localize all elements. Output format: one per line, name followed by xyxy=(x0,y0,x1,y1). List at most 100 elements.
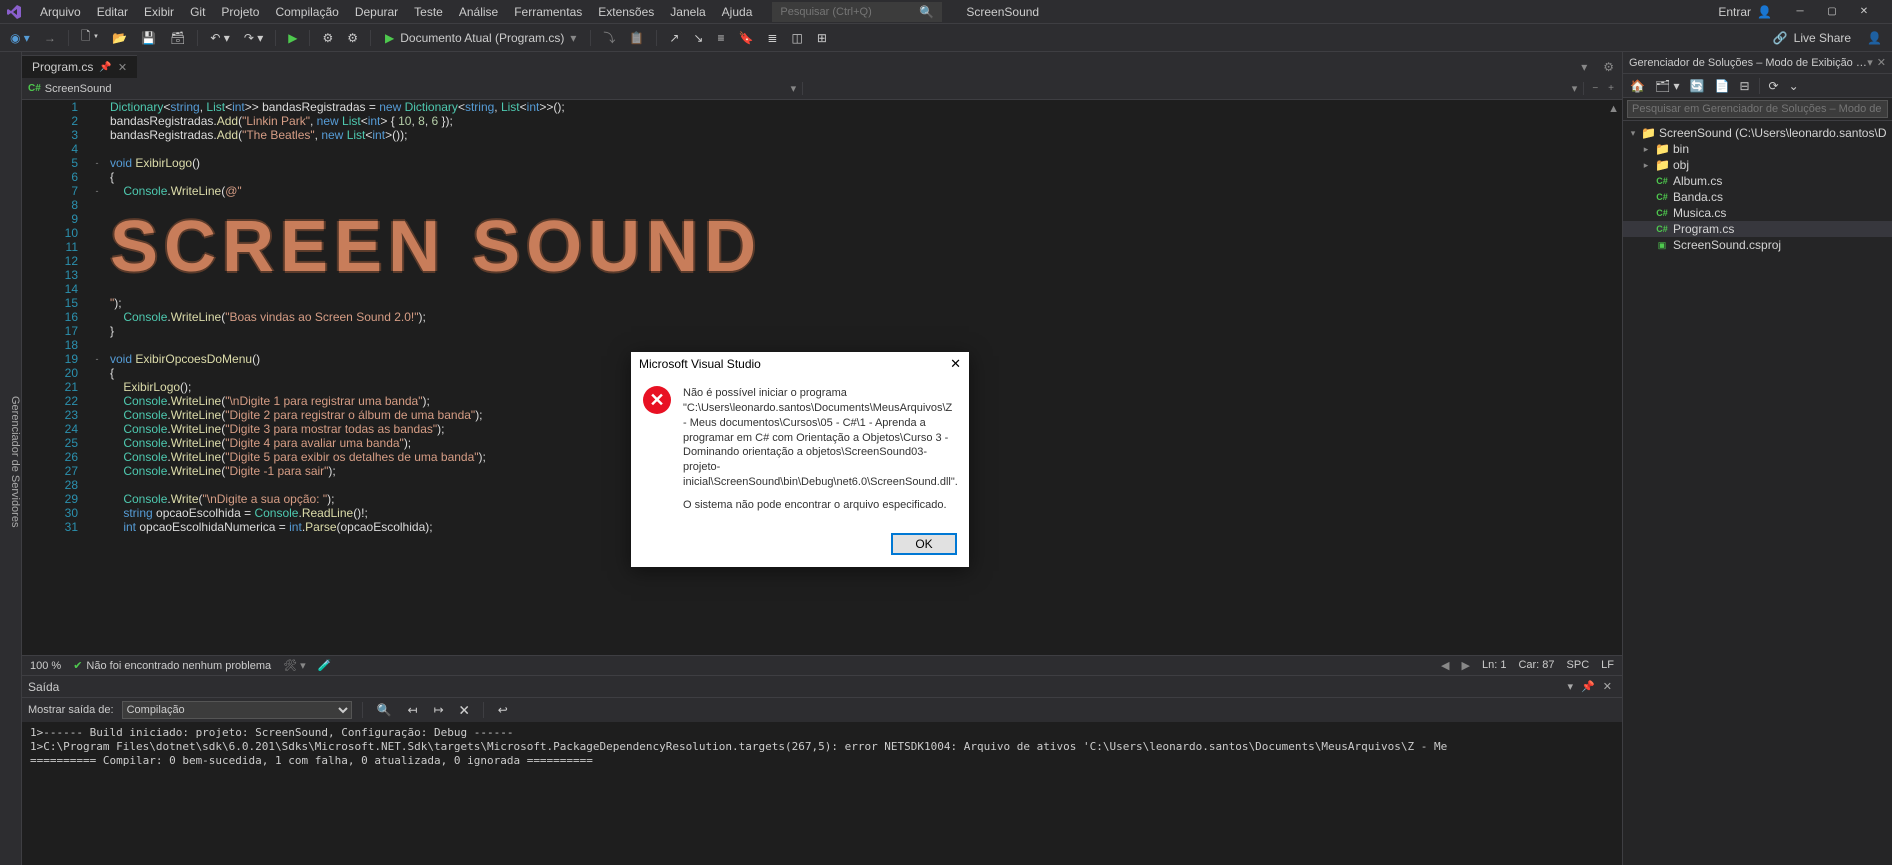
code-line[interactable]: void ExibirLogo() xyxy=(110,156,1622,170)
indent-mode[interactable]: SPC xyxy=(1567,659,1590,672)
server-explorer-tab[interactable]: Gerenciador de Servidores xyxy=(9,392,21,531)
split-dropdown-icon[interactable]: − xyxy=(1588,78,1602,100)
menu-item-teste[interactable]: Teste xyxy=(406,2,451,22)
live-share-button[interactable]: 🔗 Live Share xyxy=(1767,31,1857,45)
tab-overflow-dropdown[interactable]: ▾ xyxy=(1577,56,1591,78)
tree-item-program-cs[interactable]: C#Program.cs xyxy=(1623,221,1892,237)
menu-item-compilação[interactable]: Compilação xyxy=(267,2,346,22)
tree-item-screensound-csproj[interactable]: ▣ScreenSound.csproj xyxy=(1623,237,1892,253)
back-button[interactable]: ◉ ▾ xyxy=(6,27,34,49)
menu-item-exibir[interactable]: Exibir xyxy=(136,2,182,22)
menu-item-ajuda[interactable]: Ajuda xyxy=(714,2,761,22)
pin-icon[interactable]: 📌 xyxy=(99,62,111,73)
tree-item-album-cs[interactable]: C#Album.cs xyxy=(1623,173,1892,189)
menu-item-git[interactable]: Git xyxy=(182,2,213,22)
output-wordwrap-icon[interactable]: ↩ xyxy=(494,699,512,721)
output-clear-icon[interactable]: 🗙 xyxy=(456,699,473,721)
navbar-project-combo[interactable]: C# ScreenSound ▾ xyxy=(22,82,803,95)
nav-left-icon[interactable]: ◀ xyxy=(1441,659,1449,672)
step-btn1[interactable]: ⤵ xyxy=(599,27,619,49)
tree-item-obj[interactable]: ▸📁obj xyxy=(1623,157,1892,173)
redo-button[interactable]: ↷ ▾ xyxy=(240,27,267,49)
accounts-button[interactable]: 👤 xyxy=(1863,27,1886,49)
menu-search-input[interactable] xyxy=(780,6,910,18)
code-line[interactable]: "); xyxy=(110,296,1622,310)
screwdriver-icon[interactable]: 🛠 ▾ xyxy=(283,659,306,672)
tree-item-banda-cs[interactable]: C#Banda.cs xyxy=(1623,189,1892,205)
navbar-member-combo[interactable]: ▾ xyxy=(803,82,1584,95)
show-all-icon[interactable]: 📄 xyxy=(1712,79,1733,93)
menu-item-extensões[interactable]: Extensões xyxy=(590,2,662,22)
save-button[interactable]: 💾 xyxy=(137,27,160,49)
solution-search-input[interactable] xyxy=(1627,100,1888,118)
collapse-icon[interactable]: ⊟ xyxy=(1736,79,1752,93)
code-line[interactable] xyxy=(110,142,1622,156)
chevron-down-icon[interactable]: ▾ xyxy=(1867,56,1873,69)
menu-item-projeto[interactable]: Projeto xyxy=(213,2,267,22)
refresh-icon[interactable]: ⟳ xyxy=(1766,79,1782,93)
nav-btn2[interactable]: ↘ xyxy=(689,27,707,49)
menu-item-arquivo[interactable]: Arquivo xyxy=(32,2,89,22)
view-switch-icon[interactable]: 🗂 ▾ xyxy=(1652,79,1683,93)
tab-settings-icon[interactable]: ⚙ xyxy=(1599,56,1618,78)
line-ending[interactable]: LF xyxy=(1601,659,1614,672)
build-btn2[interactable]: ⚙ xyxy=(343,27,362,49)
zoom-level[interactable]: 100 % xyxy=(30,660,61,672)
code-line[interactable]: bandasRegistradas.Add("The Beatles", new… xyxy=(110,128,1622,142)
nav-btn1[interactable]: ↗ xyxy=(665,27,683,49)
output-text[interactable]: 1>------ Build iniciado: projeto: Screen… xyxy=(22,722,1622,865)
output-goto-prev-icon[interactable]: ↤ xyxy=(404,699,422,721)
start-debug-button[interactable]: ▶ Documento Atual (Program.cs) ▾ xyxy=(379,31,582,45)
code-line[interactable]: Dictionary<string, List<int>> bandasRegi… xyxy=(110,100,1622,114)
undo-button[interactable]: ↶ ▾ xyxy=(206,27,233,49)
new-file-button[interactable]: 🗋 ▾ xyxy=(77,27,102,49)
code-line[interactable]: } xyxy=(110,324,1622,338)
menu-item-janela[interactable]: Janela xyxy=(662,2,713,22)
file-tab-program[interactable]: Program.cs 📌 ✕ xyxy=(22,55,137,78)
close-button[interactable]: ✕ xyxy=(1856,4,1872,20)
output-find-icon[interactable]: 🔍 xyxy=(373,699,396,721)
split-plus-icon[interactable]: + xyxy=(1604,78,1618,100)
sync-icon[interactable]: 🔄 xyxy=(1687,79,1708,93)
output-pin-icon[interactable]: 📌 xyxy=(1577,680,1599,693)
nav-btn3[interactable]: ≡ xyxy=(713,27,728,49)
nav-btn6[interactable]: ◫ xyxy=(787,27,806,49)
nav-btn4[interactable]: 🔖 xyxy=(734,27,757,49)
nav-btn5[interactable]: ≣ xyxy=(763,27,781,49)
output-source-select[interactable]: Compilação xyxy=(122,701,352,719)
code-line[interactable] xyxy=(110,338,1622,352)
step-btn2[interactable]: 📋 xyxy=(625,27,648,49)
start-debug-small[interactable]: ▶ xyxy=(284,27,301,49)
close-tab-icon[interactable]: ✕ xyxy=(118,61,127,74)
menu-search[interactable]: 🔍 xyxy=(772,2,942,22)
menu-item-editar[interactable]: Editar xyxy=(89,2,136,22)
ok-button[interactable]: OK xyxy=(891,533,957,555)
menu-item-análise[interactable]: Análise xyxy=(451,2,506,22)
output-dropdown-icon[interactable]: ▾ xyxy=(1564,680,1578,693)
tree-item-musica-cs[interactable]: C#Musica.cs xyxy=(1623,205,1892,221)
save-all-button[interactable]: 🗃 xyxy=(166,27,189,49)
menu-item-depurar[interactable]: Depurar xyxy=(347,2,406,22)
tree-item-bin[interactable]: ▸📁bin xyxy=(1623,141,1892,157)
code-line[interactable]: Console.WriteLine(@" xyxy=(110,184,1622,198)
no-issues-indicator[interactable]: ✔ Não foi encontrado nenhum problema xyxy=(73,659,271,672)
nav-right-icon[interactable]: ▶ xyxy=(1462,659,1470,672)
nav-btn7[interactable]: ⊞ xyxy=(813,27,831,49)
code-line[interactable]: bandasRegistradas.Add("Linkin Park", new… xyxy=(110,114,1622,128)
maximize-button[interactable]: ▢ xyxy=(1824,4,1840,20)
filter-icon[interactable]: ⌄ xyxy=(1786,79,1802,93)
menu-item-ferramentas[interactable]: Ferramentas xyxy=(506,2,590,22)
build-btn[interactable]: ⚙ xyxy=(318,27,337,49)
code-line[interactable]: { xyxy=(110,170,1622,184)
scroll-up-icon[interactable]: ▲ xyxy=(1607,102,1620,116)
signin-button[interactable]: Entrar 👤 xyxy=(1718,5,1772,19)
open-file-button[interactable]: 📂 xyxy=(108,27,131,49)
flask-icon[interactable]: 🧪 xyxy=(318,659,332,672)
forward-button[interactable]: → xyxy=(40,27,60,49)
dialog-close-icon[interactable]: ✕ xyxy=(950,356,961,372)
minimize-button[interactable]: ─ xyxy=(1792,4,1808,20)
code-line[interactable]: Console.WriteLine("Boas vindas ao Screen… xyxy=(110,310,1622,324)
close-panel-icon[interactable]: ✕ xyxy=(1877,56,1886,69)
tree-root[interactable]: ▾📁ScreenSound (C:\Users\leonardo.santos\… xyxy=(1623,125,1892,141)
output-goto-next-icon[interactable]: ↦ xyxy=(430,699,448,721)
